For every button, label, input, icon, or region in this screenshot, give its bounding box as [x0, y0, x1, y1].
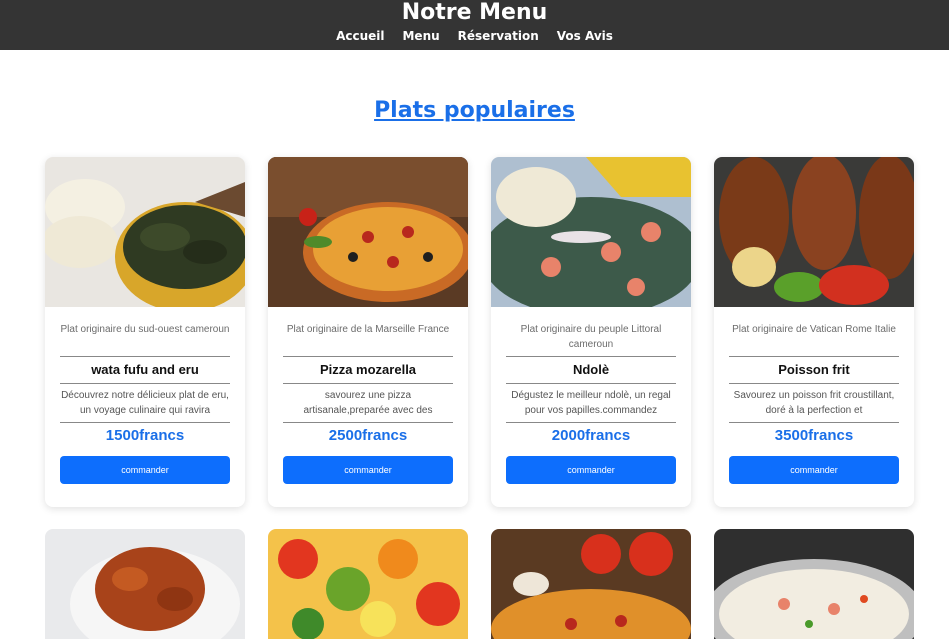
dish-price: 2000francs — [551, 427, 631, 444]
divider — [60, 383, 230, 384]
dish-name: Ndolè — [572, 362, 610, 377]
dish-image-rice — [714, 529, 914, 639]
divider — [729, 383, 899, 384]
dish-origin: Plat originaire du peuple Littoral camer… — [520, 324, 662, 350]
divider — [60, 422, 230, 423]
nav-link-reservation[interactable]: Réservation — [458, 29, 539, 43]
site-header: Notre Menu Accueil Menu Réservation Vos … — [0, 0, 949, 50]
dish-card: Plat originaire de la Marseille France P… — [268, 157, 468, 507]
dish-card: Plat originaire du peuple Littoral camer… — [491, 157, 691, 507]
divider — [283, 422, 453, 423]
dish-card-partial — [45, 529, 245, 639]
dish-name: wata fufu and eru — [91, 362, 199, 377]
order-button[interactable]: commander — [506, 456, 676, 484]
dish-origin: Plat originaire du sud-ouest cameroun — [60, 324, 230, 335]
dish-card: Plat originaire de Vatican Rome Italie P… — [714, 157, 914, 507]
dish-description: Découvrez notre délicieux plat de eru, u… — [61, 390, 229, 416]
nav-link-accueil[interactable]: Accueil — [336, 29, 384, 43]
dish-image-pizza — [268, 157, 468, 307]
section-title[interactable]: Plats populaires — [0, 98, 949, 123]
order-button[interactable]: commander — [729, 456, 899, 484]
divider — [60, 356, 230, 357]
dish-price: 3500francs — [774, 427, 854, 444]
dish-image-chicken — [45, 529, 245, 639]
dish-card-partial — [491, 529, 691, 639]
dish-image-ndole — [491, 157, 691, 307]
divider — [506, 356, 676, 357]
order-button[interactable]: commander — [60, 456, 230, 484]
divider — [283, 356, 453, 357]
dish-image-eru — [45, 157, 245, 307]
dish-description: Savourez un poisson frit croustillant, d… — [733, 390, 895, 416]
dish-origin: Plat originaire de Vatican Rome Italie — [732, 324, 896, 335]
main-nav: Accueil Menu Réservation Vos Avis — [0, 29, 949, 43]
dish-name: Poisson frit — [778, 362, 850, 377]
dish-card-partial — [714, 529, 914, 639]
divider — [283, 383, 453, 384]
dish-origin: Plat originaire de la Marseille France — [286, 324, 450, 335]
divider — [729, 422, 899, 423]
dish-image-poisson — [714, 157, 914, 307]
divider — [729, 356, 899, 357]
dish-card: Plat originaire du sud-ouest cameroun wa… — [45, 157, 245, 507]
dish-name: Pizza mozarella — [319, 362, 417, 377]
page-title: Notre Menu — [401, 0, 548, 25]
dish-description: savourez une pizza artisanale,preparée a… — [303, 390, 433, 416]
dish-image-fruits — [268, 529, 468, 639]
order-button[interactable]: commander — [283, 456, 453, 484]
nav-link-avis[interactable]: Vos Avis — [557, 29, 613, 43]
dish-price: 2500francs — [328, 427, 408, 444]
dish-price: 1500francs — [105, 427, 185, 444]
nav-link-menu[interactable]: Menu — [402, 29, 439, 43]
divider — [506, 383, 676, 384]
dish-card-partial — [268, 529, 468, 639]
divider — [506, 422, 676, 423]
dish-description: Dégustez le meilleur ndolè, un regal pou… — [511, 390, 671, 416]
dish-image-pizza-2 — [491, 529, 691, 639]
